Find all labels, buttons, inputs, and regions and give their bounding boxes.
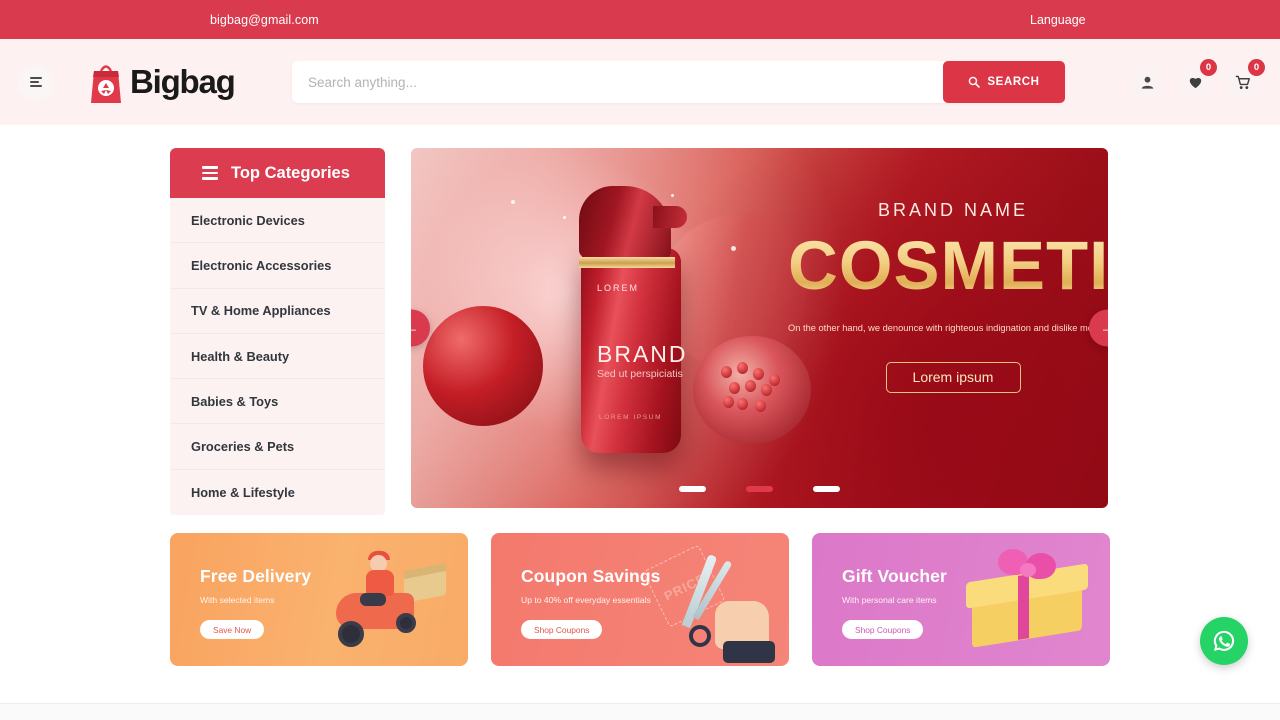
carousel-indicators: [411, 486, 1108, 492]
logo-text: Bigbag: [130, 63, 236, 100]
whatsapp-float-button[interactable]: [1200, 617, 1248, 665]
cart-icon: [1235, 75, 1250, 89]
hero-description: On the other hand, we denounce with righ…: [788, 323, 1108, 334]
category-list: Electronic Devices Electronic Accessorie…: [170, 198, 385, 516]
sparkle-dot: [511, 200, 515, 204]
site-logo[interactable]: Bigbag: [88, 59, 236, 105]
search-icon: [969, 76, 981, 88]
promo-subtitle: With personal care items: [842, 595, 937, 605]
categories-hamburger-icon: [202, 166, 218, 180]
hamburger-icon: [29, 76, 42, 88]
bottle-gold-band: [579, 257, 675, 268]
hero-text-block: BRAND NAME COSMETIC On the other hand, w…: [788, 200, 1108, 393]
header-action-icons: 0 0: [1130, 59, 1265, 99]
sidebar-item-tv-home-appliances[interactable]: TV & Home Appliances: [170, 289, 385, 334]
promo-card-free-delivery[interactable]: Free Delivery With selected items Save N…: [170, 533, 468, 666]
language-selector[interactable]: Language: [1030, 13, 1086, 27]
bottle-top-label: LOREM: [597, 283, 640, 293]
account-button[interactable]: [1130, 65, 1164, 99]
sidebar-item-health-beauty[interactable]: Health & Beauty: [170, 334, 385, 380]
bottle-footnote: LOREM IPSUM: [599, 414, 663, 421]
menu-toggle-button[interactable]: [18, 64, 53, 100]
cart-button[interactable]: 0: [1226, 59, 1265, 99]
promo-button-shop-coupons[interactable]: Shop Coupons: [521, 620, 603, 639]
category-header[interactable]: Top Categories: [170, 148, 385, 198]
search-button-label: SEARCH: [987, 76, 1040, 88]
sidebar-item-home-lifestyle[interactable]: Home & Lifestyle: [170, 470, 385, 515]
promo-button-shop-coupons-gift[interactable]: Shop Coupons: [842, 620, 924, 639]
shopping-bag-icon: [88, 59, 124, 105]
cart-badge: 0: [1248, 59, 1265, 76]
category-sidebar: Top Categories Electronic Devices Electr…: [170, 148, 385, 516]
search-button[interactable]: SEARCH: [943, 61, 1065, 103]
promo-title: Gift Voucher: [842, 566, 947, 586]
heart-icon: [1189, 77, 1201, 89]
top-bar: bigbag@gmail.com Language: [0, 0, 1280, 39]
search-bar: SEARCH: [292, 61, 1065, 103]
footer-area: [0, 704, 1280, 720]
promo-title: Free Delivery: [200, 566, 312, 586]
sparkle-dot: [731, 246, 736, 251]
search-input[interactable]: [292, 74, 943, 90]
cosmetic-bottle-cap: [579, 186, 687, 258]
account-icon: [1141, 76, 1153, 89]
delivery-scooter-icon: [308, 541, 458, 661]
hero-banner-carousel: LOREM BRAND Sed ut perspiciatis LOREM IP…: [411, 148, 1108, 508]
promo-card-row: Free Delivery With selected items Save N…: [170, 533, 1110, 666]
whatsapp-icon: [1213, 630, 1235, 651]
promo-card-coupon-savings[interactable]: Coupon Savings Up to 40% off everyday es…: [491, 533, 789, 666]
site-header: Bigbag SEARCH 0: [0, 39, 1280, 125]
promo-card-gift-voucher[interactable]: Gift Voucher With personal care items Sh…: [812, 533, 1110, 666]
hero-product-illustration: LOREM BRAND Sed ut perspiciatis LOREM IP…: [423, 186, 829, 486]
sidebar-item-babies-toys[interactable]: Babies & Toys: [170, 379, 385, 425]
gift-box-icon: [950, 541, 1100, 661]
bottle-tagline: Sed ut perspiciatis: [597, 368, 683, 380]
promo-subtitle: With selected items: [200, 595, 275, 605]
sparkle-dot: [671, 194, 674, 197]
wishlist-badge: 0: [1200, 59, 1217, 76]
sparkle-dot: [563, 216, 566, 219]
contact-email[interactable]: bigbag@gmail.com: [210, 13, 319, 27]
carousel-dot-2[interactable]: [746, 486, 773, 492]
pomegranate-whole: [423, 306, 543, 426]
hero-brand-label: BRAND NAME: [877, 200, 1028, 220]
category-header-title: Top Categories: [231, 163, 350, 182]
hero-title: COSMETIC: [788, 231, 1108, 300]
sidebar-item-electronic-accessories[interactable]: Electronic Accessories: [170, 243, 385, 289]
main-content: Top Categories Electronic Devices Electr…: [0, 125, 1280, 720]
bottle-brand-label: BRAND: [597, 341, 688, 367]
hero-cta-button[interactable]: Lorem ipsum: [885, 361, 1021, 393]
wishlist-button[interactable]: 0: [1178, 59, 1217, 99]
scissors-price-tag-icon: [629, 541, 779, 663]
sidebar-item-electronic-devices[interactable]: Electronic Devices: [170, 198, 385, 244]
carousel-dot-3[interactable]: [813, 486, 840, 492]
sidebar-item-groceries-pets[interactable]: Groceries & Pets: [170, 424, 385, 470]
pomegranate-seeds: [711, 354, 799, 428]
carousel-dot-1[interactable]: [679, 486, 706, 492]
promo-button-save-now[interactable]: Save Now: [200, 620, 265, 639]
